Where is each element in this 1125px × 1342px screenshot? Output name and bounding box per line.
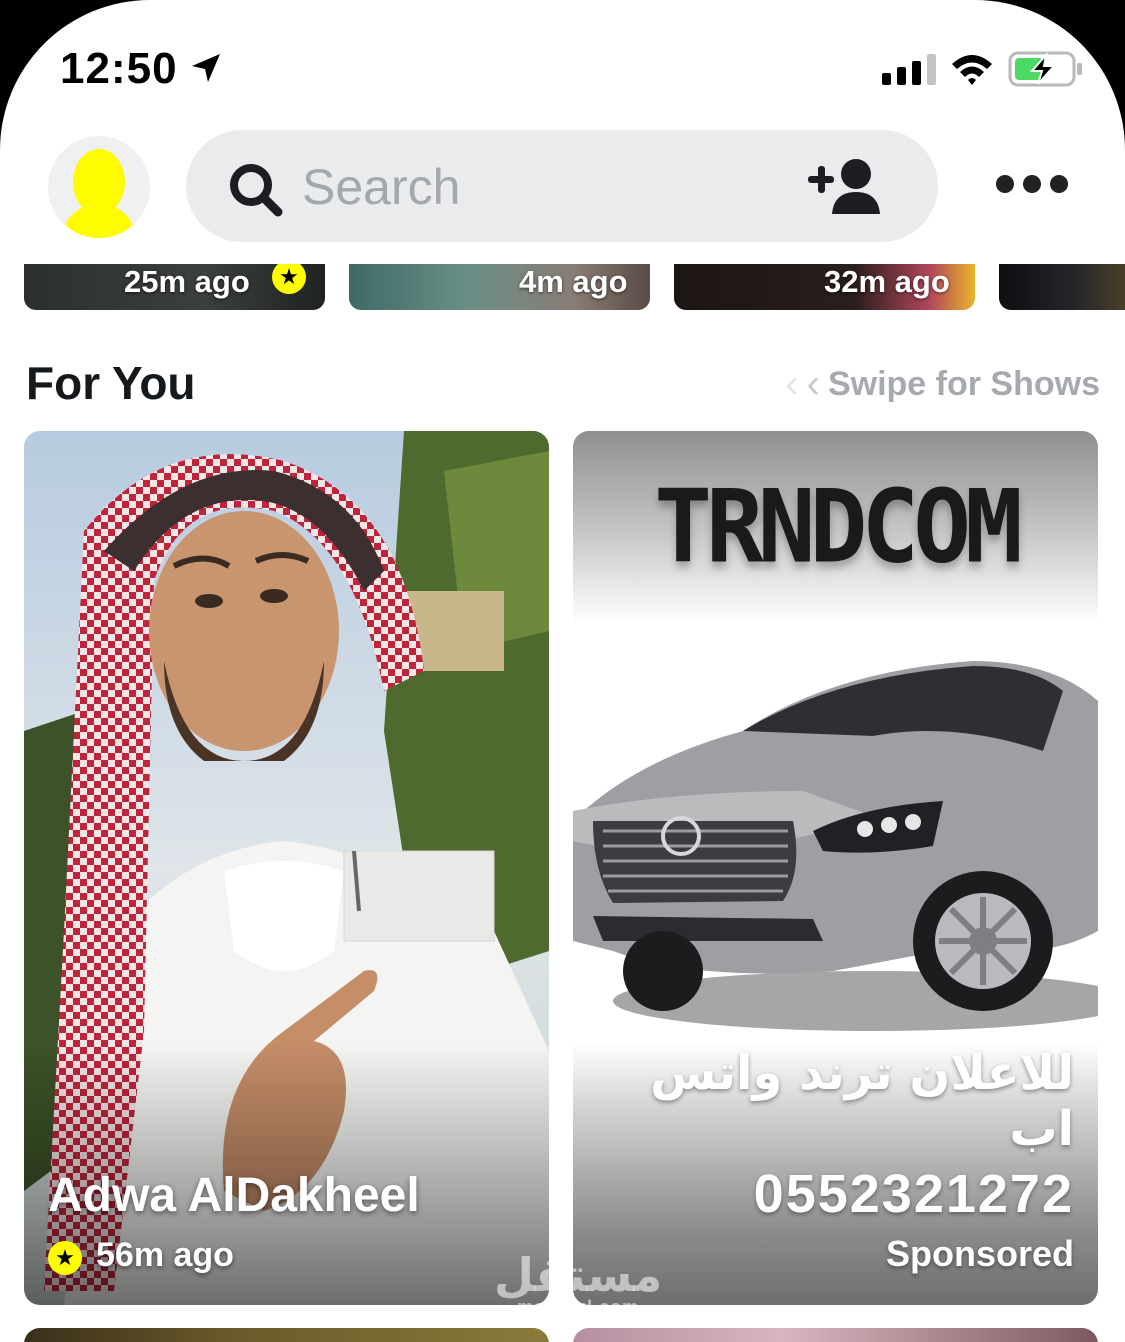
- search-bar[interactable]: Search: [186, 130, 938, 242]
- swipe-hint-label: Swipe for Shows: [827, 365, 1100, 403]
- ad-text: للاعلان ترند واتس اب: [650, 1045, 1074, 1157]
- ad-phone: 0552321272: [753, 1164, 1074, 1224]
- battery-charging-icon: [1008, 51, 1082, 87]
- search-icon: [230, 164, 283, 217]
- search-input[interactable]: Search: [302, 158, 460, 216]
- story-time: 25m ago: [124, 264, 250, 299]
- story-time: 4m ago: [519, 264, 628, 299]
- status-time: 12:50: [60, 44, 178, 93]
- swipe-for-shows[interactable]: ‹ ‹ Swipe for Shows: [785, 362, 1100, 407]
- tile-title: Adwa AlDakheel: [48, 1169, 420, 1222]
- add-friend-icon[interactable]: [806, 156, 884, 216]
- story-card[interactable]: 4m ago: [349, 264, 650, 310]
- chevron-left-icon: ‹: [785, 362, 799, 406]
- wifi-icon: [952, 55, 992, 85]
- story-card[interactable]: [999, 264, 1125, 310]
- watermark-arabic: مستقل: [494, 1248, 663, 1302]
- star-badge-icon: ★: [272, 264, 306, 294]
- watermark: مستقل mostaql.com: [494, 1252, 662, 1316]
- star-badge-icon: ★: [48, 1241, 82, 1275]
- ad-brand: TRNDCOM: [654, 468, 1023, 586]
- chevron-left-icon: ‹: [806, 362, 820, 406]
- car-image: [573, 661, 1098, 1031]
- section-title: For You: [26, 357, 196, 409]
- story-tile[interactable]: Adwa AlDakheel ★ 56m ago: [24, 431, 549, 1305]
- story-tile[interactable]: [24, 1328, 549, 1342]
- story-time: 32m ago: [824, 264, 950, 299]
- bitmoji-avatar-icon: [62, 149, 136, 238]
- location-arrow-icon: [192, 54, 220, 82]
- story-card[interactable]: 25m ago ★: [24, 264, 325, 310]
- tile-time: 56m ago: [96, 1236, 234, 1274]
- story-tile[interactable]: [573, 1328, 1098, 1342]
- cellular-signal-icon: [882, 54, 936, 85]
- sponsored-label: Sponsored: [885, 1233, 1074, 1274]
- story-card[interactable]: 32m ago: [674, 264, 975, 310]
- sponsored-tile[interactable]: TRNDCOM للاعلان ترند واتس اب 0552321272 …: [573, 431, 1098, 1305]
- bitmoji-avatar[interactable]: [48, 136, 150, 238]
- more-icon[interactable]: [996, 175, 1068, 193]
- snapchat-discover-screen: 12:50 Search 25m ago ★ 4m ago 32m ago Fo…: [0, 0, 1125, 1342]
- watermark-latin: mostaql.com: [517, 1297, 640, 1317]
